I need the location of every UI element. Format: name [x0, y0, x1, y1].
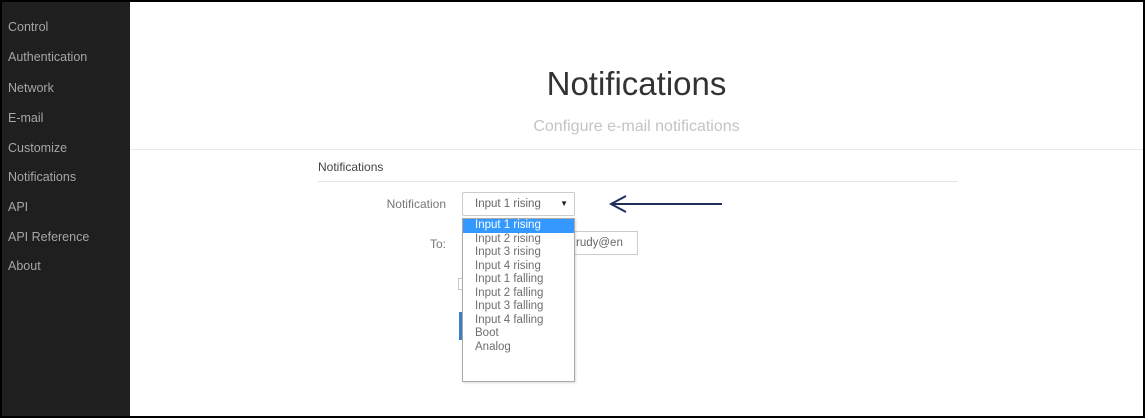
dropdown-option-input-4-rising[interactable]: Input 4 rising [463, 260, 574, 274]
sidebar-item-control[interactable]: Control [8, 17, 48, 37]
dropdown-option-input-3-rising[interactable]: Input 3 rising [463, 246, 574, 260]
page-subtitle: Configure e-mail notifications [533, 118, 740, 135]
sidebar-item-api[interactable]: API [8, 197, 28, 217]
dropdown-option-input-3-falling[interactable]: Input 3 falling [463, 300, 574, 314]
sidebar-item-authentication[interactable]: Authentication [8, 47, 87, 67]
sidebar-item-notifications[interactable]: Notifications [8, 167, 76, 187]
sidebar-item-customize[interactable]: Customize [8, 138, 67, 158]
notification-select[interactable]: Input 1 rising ▼ [462, 192, 575, 216]
dropdown-option-input-1-falling[interactable]: Input 1 falling [463, 273, 574, 287]
dropdown-option-input-2-rising[interactable]: Input 2 rising [463, 233, 574, 247]
header-divider [130, 149, 1143, 150]
dropdown-option-boot[interactable]: Boot [463, 327, 574, 341]
sidebar-item-network[interactable]: Network [8, 78, 54, 98]
to-label: To: [429, 237, 446, 251]
to-email-input[interactable]: rudy@en [572, 231, 638, 255]
sidebar-item-api-reference[interactable]: API Reference [8, 227, 89, 247]
dropdown-option-input-4-falling[interactable]: Input 4 falling [463, 314, 574, 328]
notification-label: Notification [386, 197, 446, 211]
notification-select-value: Input 1 rising [475, 198, 541, 210]
notification-dropdown-list: Input 1 rising Input 2 rising Input 3 ri… [462, 218, 575, 382]
dropdown-option-input-1-rising[interactable]: Input 1 rising [463, 219, 574, 233]
legend-divider [318, 181, 958, 182]
sidebar-item-about[interactable]: About [8, 256, 41, 276]
page-title: Notifications [546, 65, 727, 102]
app-frame: Control Authentication Network E-mail Cu… [0, 0, 1145, 418]
sidebar: Control Authentication Network E-mail Cu… [2, 2, 130, 416]
sidebar-item-email[interactable]: E-mail [8, 108, 43, 128]
dropdown-option-analog[interactable]: Analog [463, 341, 574, 355]
arrow-left-icon [608, 195, 722, 213]
chevron-down-icon: ▼ [560, 199, 568, 208]
dropdown-option-input-2-falling[interactable]: Input 2 falling [463, 287, 574, 301]
form-legend: Notifications [318, 160, 384, 174]
